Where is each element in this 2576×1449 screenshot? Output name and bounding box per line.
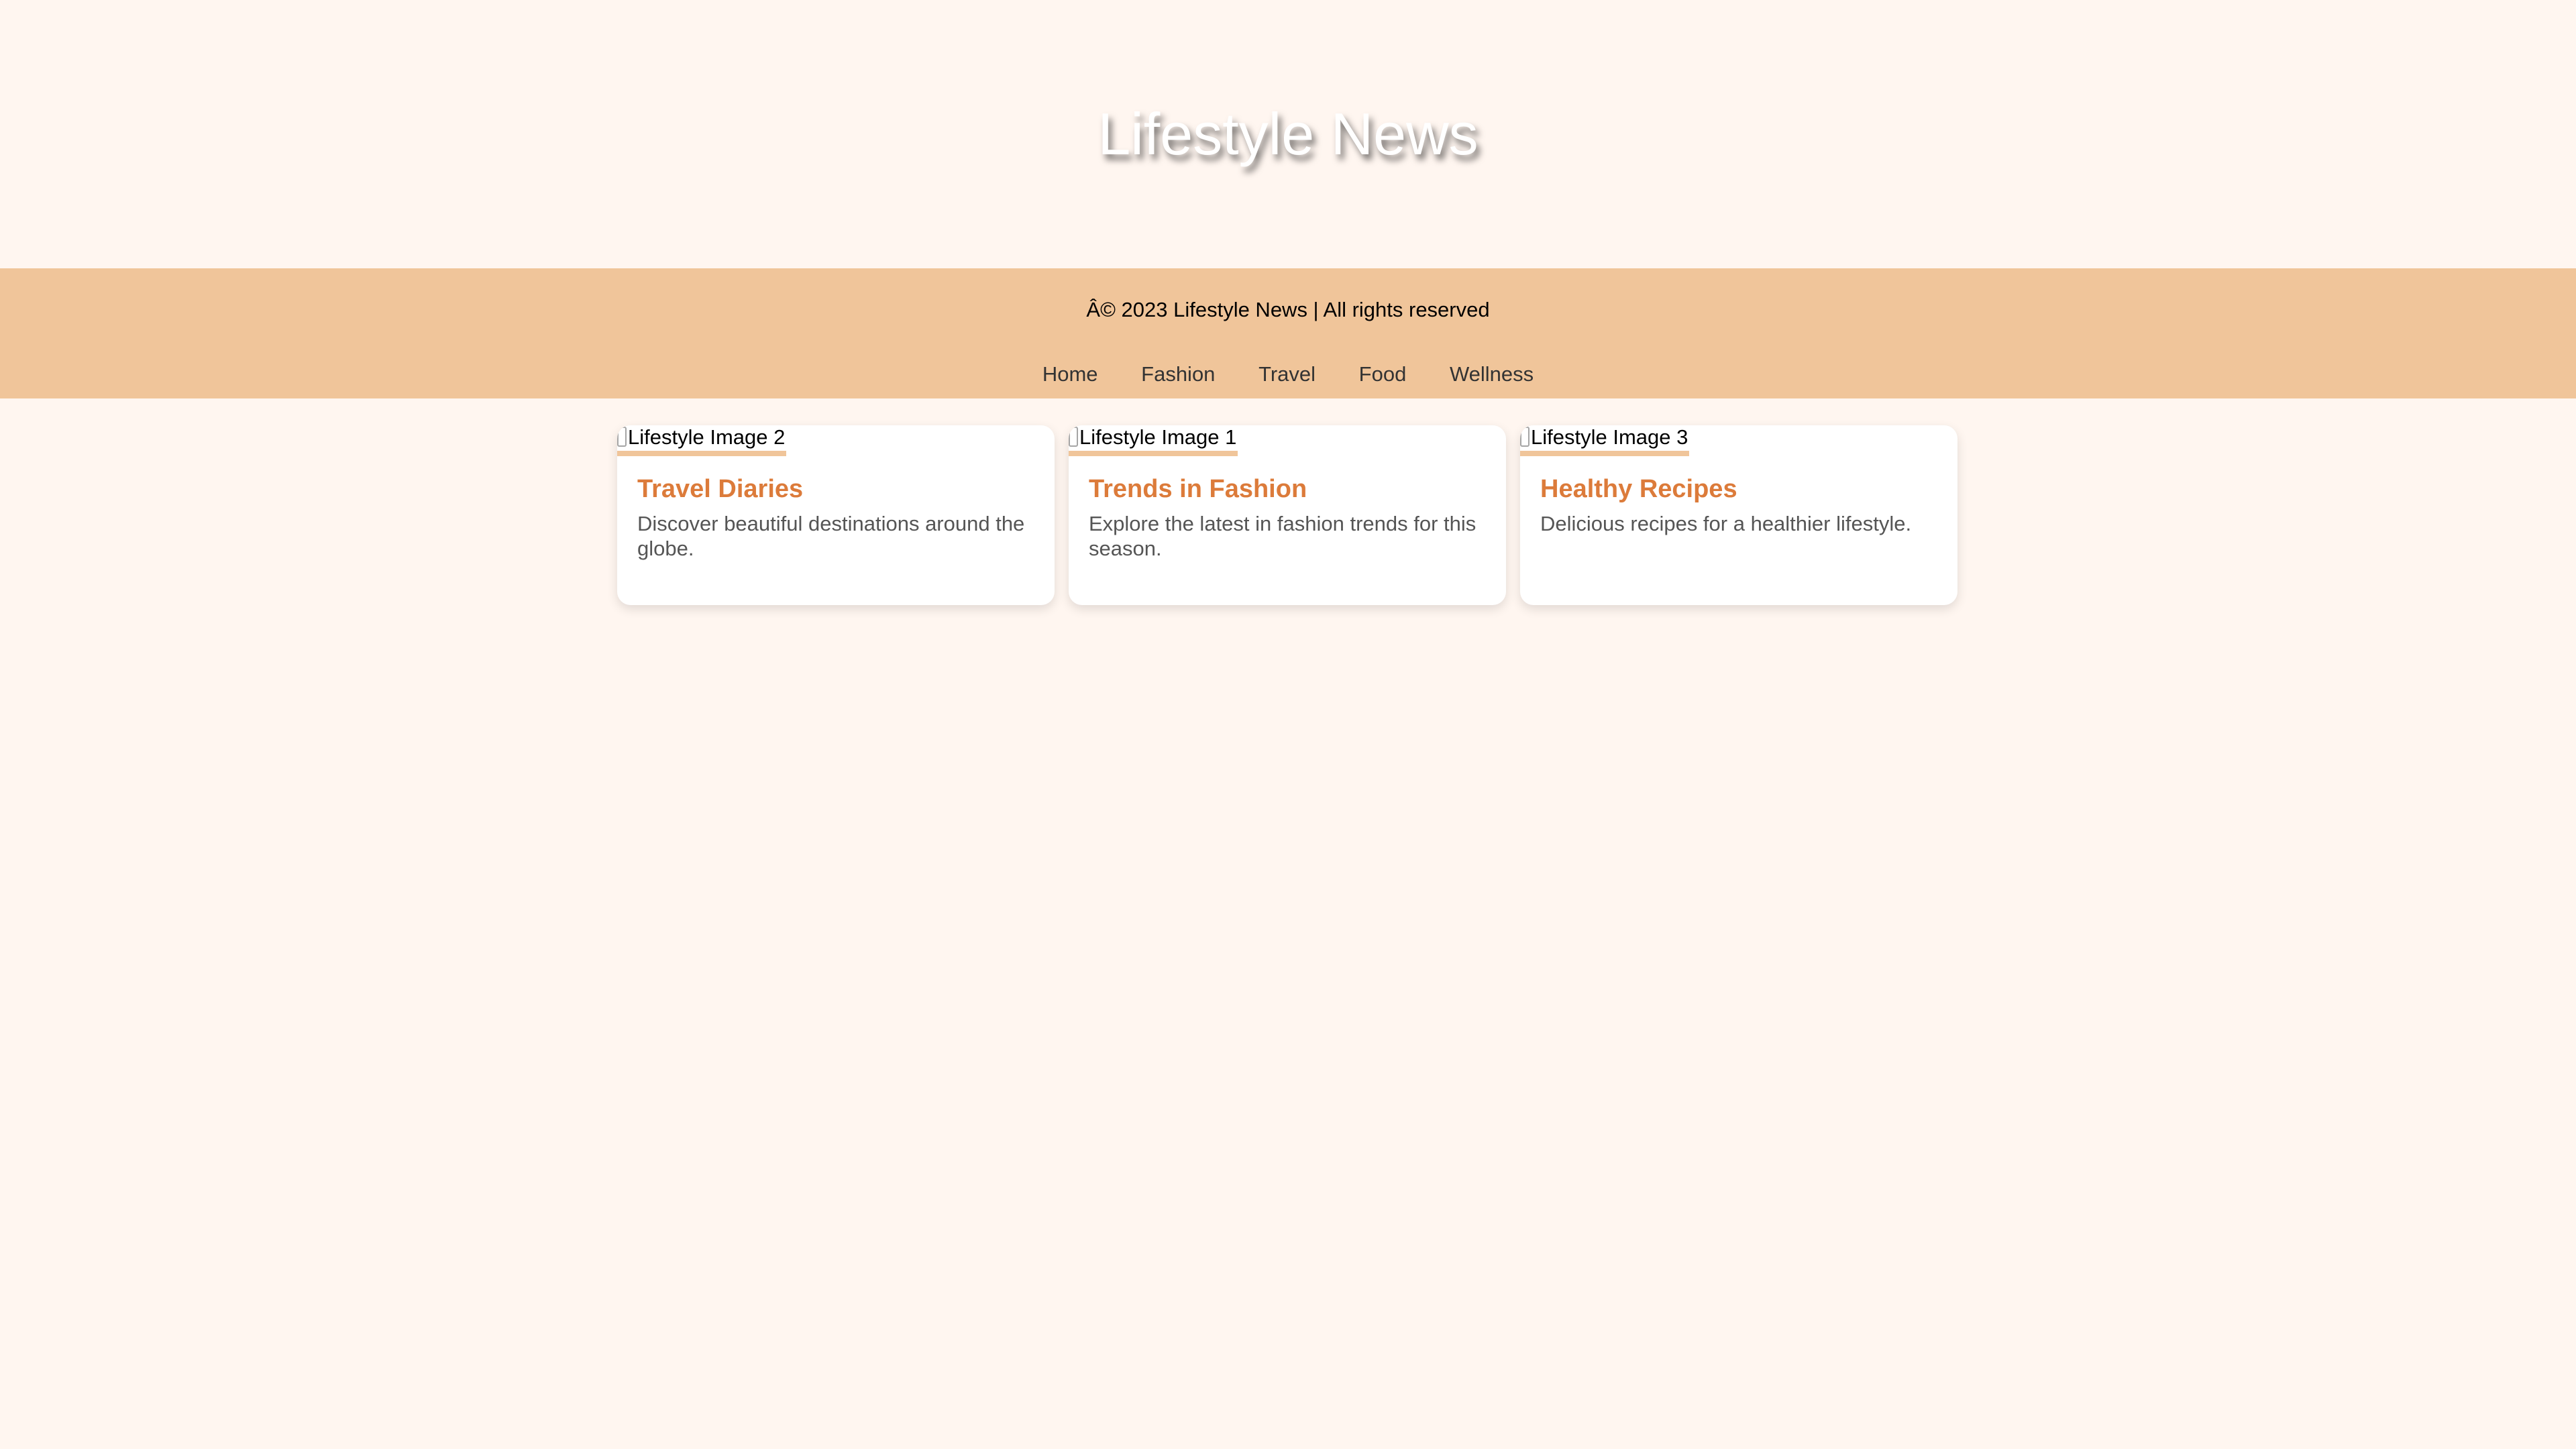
page: Lifestyle News Â© 2023 Lifestyle News | … [0,0,2576,1449]
card-image-alt: Lifestyle Image 2 [628,425,786,449]
broken-image-icon [1520,427,1529,447]
card-title[interactable]: Travel Diaries [637,474,803,504]
card-image-alt: Lifestyle Image 3 [1531,425,1688,449]
broken-image-icon [1069,427,1078,447]
site-header: Lifestyle News [0,0,2576,268]
card-image: Lifestyle Image 3 [1520,425,1690,456]
article-card-fashion[interactable]: Lifestyle Image 1 Trends in Fashion Expl… [1069,425,1506,605]
article-card-travel[interactable]: Lifestyle Image 2 Travel Diaries Discove… [617,425,1055,605]
article-cards: Lifestyle Image 2 Travel Diaries Discove… [617,425,1959,605]
site-title: Lifestyle News [1097,101,1479,167]
nav-link-food[interactable]: Food [1359,361,1407,388]
card-image: Lifestyle Image 1 [1069,425,1238,456]
card-image-alt: Lifestyle Image 1 [1079,425,1237,449]
nav-link-home[interactable]: Home [1042,361,1098,388]
main-nav: Home Fashion Travel Food Wellness [0,361,2576,388]
card-description: Explore the latest in fashion trends for… [1089,512,1477,560]
nav-link-travel[interactable]: Travel [1258,361,1316,388]
nav-link-wellness[interactable]: Wellness [1450,361,1534,388]
nav-link-fashion[interactable]: Fashion [1141,361,1215,388]
article-card-recipes[interactable]: Lifestyle Image 3 Healthy Recipes Delici… [1520,425,1957,605]
card-image: Lifestyle Image 2 [617,425,787,456]
info-band: Â© 2023 Lifestyle News | All rights rese… [0,268,2576,398]
card-description: Discover beautiful destinations around t… [637,512,1025,560]
copyright-text: Â© 2023 Lifestyle News | All rights rese… [1086,298,1490,321]
card-title[interactable]: Trends in Fashion [1089,474,1307,504]
card-description: Delicious recipes for a healthier lifest… [1540,512,1912,535]
card-title[interactable]: Healthy Recipes [1540,474,1737,504]
broken-image-icon [617,427,627,447]
